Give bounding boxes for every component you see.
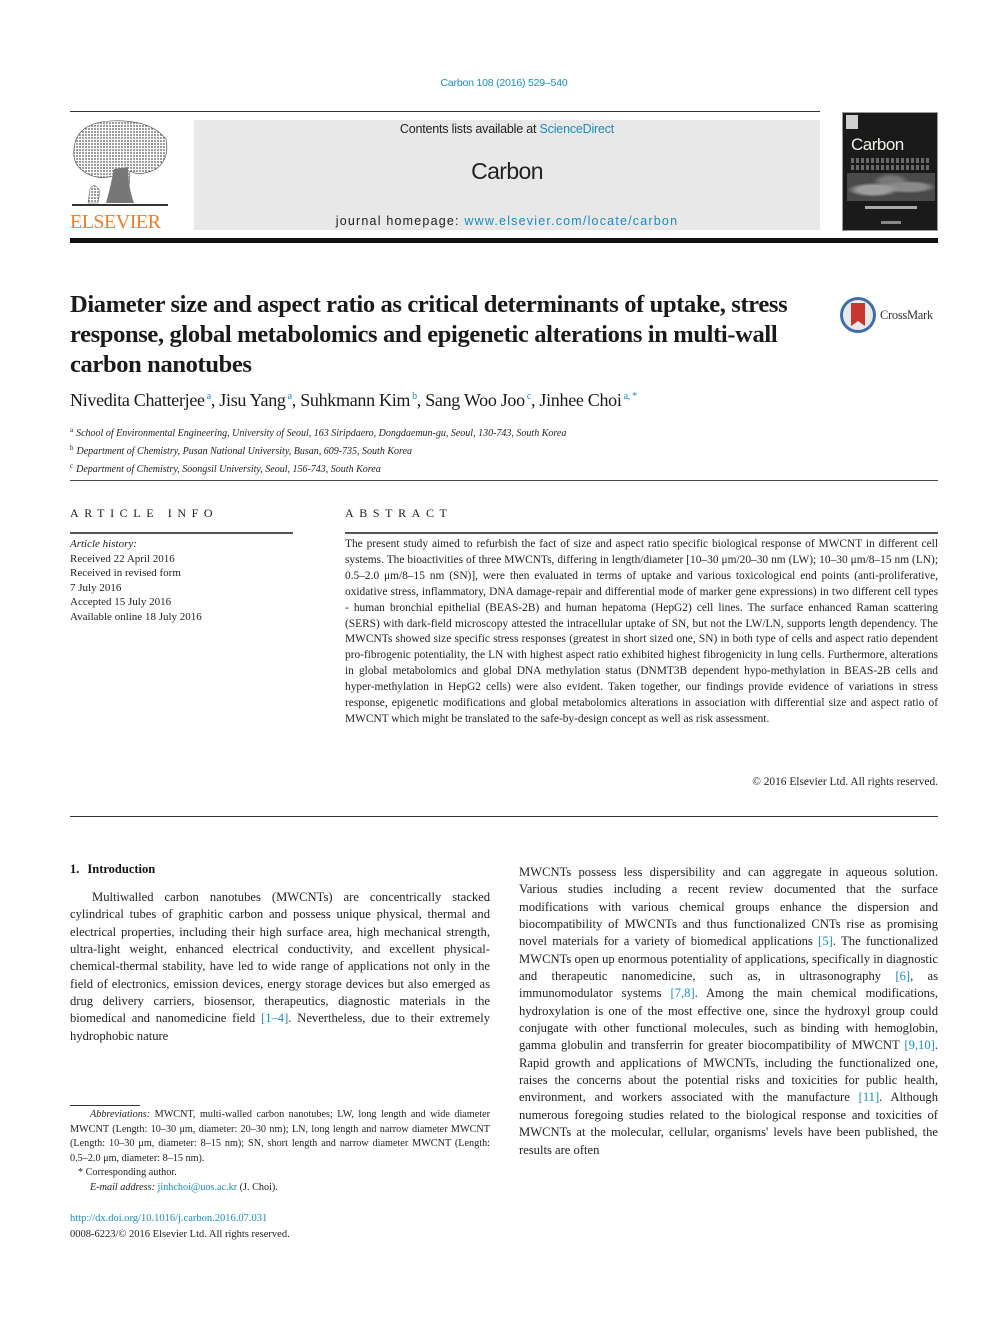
- doi-link[interactable]: http://dx.doi.org/10.1016/j.carbon.2016.…: [70, 1211, 290, 1227]
- author[interactable]: Jisu Yang a,: [219, 390, 300, 410]
- affiliation-key: c: [70, 462, 74, 470]
- email-label: E-mail address:: [90, 1181, 155, 1193]
- article-info-heading: ARTICLE INFO: [70, 506, 219, 520]
- reference-link[interactable]: [9,10]: [904, 1038, 934, 1052]
- abstract-rule: [345, 532, 938, 534]
- affiliation-text: School of Environmental Engineering, Uni…: [76, 428, 567, 439]
- history-item: Received in revised form: [70, 567, 181, 579]
- header-top-rule: [70, 111, 820, 112]
- section-divider: [70, 816, 938, 817]
- reference-link[interactable]: [11]: [859, 1090, 880, 1104]
- cover-micrograph: [847, 173, 935, 201]
- reference-link[interactable]: [6]: [895, 969, 910, 983]
- section-divider: [70, 480, 938, 481]
- affiliation: c Department of Chemistry, Soongsil Unive…: [70, 459, 830, 477]
- abbreviations-footnote: Abbreviations: MWCNT, multi-walled carbo…: [70, 1108, 490, 1166]
- cover-footer-line: [881, 221, 901, 224]
- journal-cover-image[interactable]: Carbon: [842, 112, 938, 231]
- elsevier-wordmark: ELSEVIER: [70, 211, 161, 233]
- author-list: Nivedita Chatterjee a, Jisu Yang a, Suhkma…: [70, 390, 830, 411]
- affiliations: a School of Environmental Engineering, Un…: [70, 423, 830, 477]
- sciencedirect-link[interactable]: ScienceDirect: [540, 122, 615, 136]
- crossmark-label: CrossMark: [880, 308, 933, 322]
- article-title: Diameter size and aspect ratio as critic…: [70, 291, 788, 378]
- journal-masthead: Contents lists available at ScienceDirec…: [194, 120, 820, 230]
- author[interactable]: Sang Woo Joo c,: [425, 390, 539, 410]
- author-name[interactable]: Nivedita Chatterjee: [70, 390, 205, 410]
- section-number: 1.: [70, 862, 80, 876]
- affiliation: b Department of Chemistry, Pusan National…: [70, 441, 830, 459]
- history-label: Article history:: [70, 538, 137, 550]
- article-info-rule: [70, 532, 293, 534]
- issn-copyright: 0008-6223/© 2016 Elsevier Ltd. All right…: [70, 1229, 290, 1240]
- abstract-heading: ABSTRACT: [345, 506, 453, 520]
- crossmark-icon: [840, 297, 876, 333]
- header-thick-rule: [70, 238, 938, 243]
- history-item: Received 22 April 2016: [70, 552, 175, 565]
- email-link[interactable]: jinhchoi@uos.ac.kr: [158, 1182, 238, 1193]
- elsevier-tree-icon: [72, 120, 168, 206]
- reference-link[interactable]: [1–4]: [261, 1011, 288, 1025]
- cover-title: Carbon: [851, 135, 904, 154]
- affiliation-text: Department of Chemistry, Soongsil Univer…: [76, 464, 381, 475]
- abstract-copyright: © 2016 Elsevier Ltd. All rights reserved…: [752, 776, 938, 788]
- history-item: Available online 18 July 2016: [70, 610, 202, 623]
- author-separator: ,: [291, 390, 301, 410]
- footnote-rule: [70, 1105, 140, 1106]
- doi-block: http://dx.doi.org/10.1016/j.carbon.2016.…: [70, 1211, 290, 1243]
- contents-prefix: Contents lists available at: [399, 122, 540, 136]
- author[interactable]: Jinhee Choi a, *: [539, 390, 638, 410]
- journal-citation-link[interactable]: Carbon 108 (2016) 529–540: [0, 77, 992, 89]
- cover-elsevier-tile: [846, 115, 858, 129]
- homepage-prefix: journal homepage:: [335, 214, 465, 228]
- body-column-right: MWCNTs possess less dispersibility and c…: [519, 864, 938, 1159]
- author-name[interactable]: Sang Woo Joo: [425, 390, 525, 410]
- reference-link[interactable]: [7,8]: [671, 986, 695, 1000]
- author-separator: ,: [416, 390, 426, 410]
- email-footnote: E-mail address: jinhchoi@uos.ac.kr (J. C…: [70, 1181, 490, 1196]
- history-item: 7 July 2016: [70, 581, 122, 594]
- contents-line: Contents lists available at ScienceDirec…: [194, 122, 820, 136]
- affiliation-key: b: [70, 444, 74, 452]
- journal-homepage-line: journal homepage: www.elsevier.com/locat…: [194, 214, 820, 228]
- email-suffix: (J. Choi).: [237, 1181, 278, 1193]
- abstract-text: The present study aimed to refurbish the…: [345, 538, 938, 725]
- journal-name: Carbon: [471, 158, 543, 184]
- cover-subtitle-line: [851, 158, 931, 163]
- journal-homepage-link[interactable]: www.elsevier.com/locate/carbon: [464, 214, 678, 228]
- introduction-paragraph: Multiwalled carbon nanotubes (MWCNTs) ar…: [70, 889, 490, 1045]
- body-column-left: 1. Introduction Multiwalled carbon nanotu…: [70, 862, 490, 1045]
- author-name[interactable]: Suhkmann Kim: [300, 390, 410, 410]
- introduction-heading: 1. Introduction: [70, 862, 490, 877]
- affiliation-key: a: [70, 426, 74, 434]
- affiliation: a School of Environmental Engineering, Un…: [70, 423, 830, 441]
- author-name[interactable]: Jinhee Choi: [539, 390, 622, 410]
- history-item: Accepted 15 July 2016: [70, 596, 172, 608]
- crossmark-button[interactable]: CrossMark: [840, 297, 950, 335]
- cover-editor-line: [865, 206, 917, 209]
- author[interactable]: Nivedita Chatterjee a,: [70, 390, 219, 410]
- corresponding-author-note: * Corresponding author.: [78, 1167, 177, 1178]
- introduction-paragraph: MWCNTs possess less dispersibility and c…: [519, 864, 938, 1159]
- author-affil-sup[interactable]: a, *: [624, 391, 638, 402]
- cover-subtitle-line: [851, 165, 931, 170]
- footnotes: Abbreviations: MWCNT, multi-walled carbo…: [70, 1108, 490, 1195]
- paragraph-text: Multiwalled carbon nanotubes (MWCNTs) ar…: [70, 890, 490, 1026]
- reference-link[interactable]: [5]: [818, 934, 833, 948]
- author[interactable]: Suhkmann Kim b,: [300, 390, 425, 410]
- article-history: Article history: Received 22 April 2016 …: [70, 537, 300, 624]
- affiliation-text: Department of Chemistry, Pusan National …: [76, 446, 412, 457]
- section-title: Introduction: [87, 862, 156, 876]
- abbreviations-label: Abbreviations:: [90, 1109, 151, 1120]
- author-name[interactable]: Jisu Yang: [219, 390, 286, 410]
- elsevier-logo[interactable]: ELSEVIER: [68, 115, 172, 233]
